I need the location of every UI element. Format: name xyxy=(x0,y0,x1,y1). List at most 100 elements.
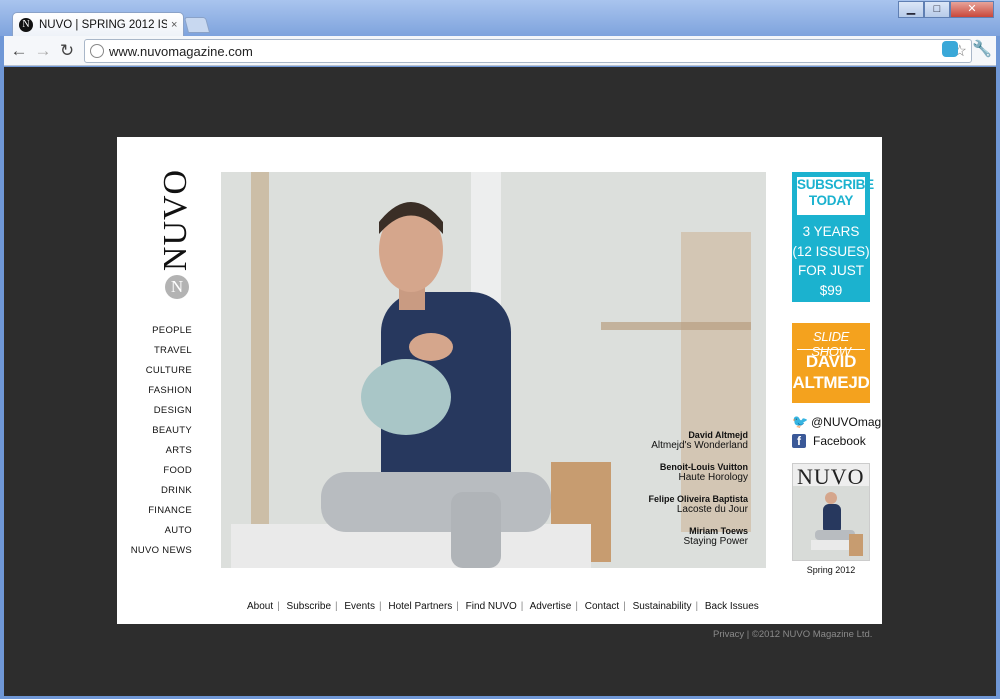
nav-item-nuvo-news[interactable]: NUVO NEWS xyxy=(117,545,192,565)
url-text[interactable]: www.nuvomagazine.com xyxy=(109,44,253,59)
caption-name: David Altmejd xyxy=(688,430,748,440)
reload-button[interactable]: ↻ xyxy=(56,40,78,62)
footer-link-events[interactable]: Events xyxy=(344,601,375,612)
footer-separator: | xyxy=(623,601,626,612)
caption-title: Altmejd's Wonderland xyxy=(651,440,748,451)
offer-price: $99 xyxy=(819,282,843,298)
window-controls: ▁ □ ✕ xyxy=(898,1,994,18)
subscribe-heading-box: SUBSCRIBE TODAY xyxy=(797,177,874,215)
footer-link-hotel-partners[interactable]: Hotel Partners xyxy=(388,601,452,612)
feature-captions: David Altmejd Altmejd's Wonderland Benoi… xyxy=(548,430,748,558)
page-content: NUVO N PEOPLE TRAVEL CULTURE FASHION DES… xyxy=(117,137,882,624)
footer-separator: | xyxy=(456,601,459,612)
offer-line: FOR JUST xyxy=(798,263,864,278)
nav-item-arts[interactable]: ARTS xyxy=(117,445,192,465)
caption-baptista[interactable]: Felipe Oliveira Baptista Lacoste du Jour xyxy=(548,494,748,515)
caption-name: Felipe Oliveira Baptista xyxy=(648,494,748,504)
caption-altmejd[interactable]: David Altmejd Altmejd's Wonderland xyxy=(548,430,748,451)
footer-link-contact[interactable]: Contact xyxy=(585,601,619,612)
hero-photo[interactable]: David Altmejd Altmejd's Wonderland Benoi… xyxy=(221,172,766,568)
nav-item-design[interactable]: DESIGN xyxy=(117,405,192,425)
nuvo-favicon-icon: N xyxy=(19,17,33,32)
copyright-text: Privacy | ©2012 NUVO Magazine Ltd. xyxy=(713,629,873,640)
twitter-handle: @NUVOmag xyxy=(811,415,882,429)
browser-toolbar: ← → ↻ www.nuvomagazine.com ☆ xyxy=(4,36,996,66)
subscribe-heading: SUBSCRIBE xyxy=(797,177,874,192)
slideshow-first-name: DAVID xyxy=(805,352,857,371)
caption-name: Miriam Toews xyxy=(689,526,748,536)
tab-close-icon[interactable]: × xyxy=(171,19,177,31)
nav-item-drink[interactable]: DRINK xyxy=(117,485,192,505)
caption-toews[interactable]: Miriam Toews Staying Power xyxy=(548,526,748,547)
minimize-button[interactable]: ▁ xyxy=(898,1,924,18)
nav-item-people[interactable]: PEOPLE xyxy=(117,325,192,345)
caption-name: Benoit-Louis Vuitton xyxy=(659,462,748,472)
footer-separator: | xyxy=(695,601,699,612)
nav-item-travel[interactable]: TRAVEL xyxy=(117,345,192,365)
wood-column xyxy=(251,172,269,568)
facebook-f-icon: f xyxy=(792,434,806,448)
jeans xyxy=(321,472,551,532)
browser-tab[interactable]: N NUVO | SPRING 2012 ISSUE × xyxy=(12,12,184,36)
shelf-plank xyxy=(601,322,751,330)
close-window-button[interactable]: ✕ xyxy=(950,1,994,18)
footer-separator: | xyxy=(378,601,382,612)
globe-icon xyxy=(90,44,104,58)
subscribe-offer: 3 YEARS (12 ISSUES) FOR JUST $99 xyxy=(792,222,870,300)
footer-separator: | xyxy=(575,601,578,612)
back-button[interactable]: ← xyxy=(8,40,30,62)
nav-item-beauty[interactable]: BEAUTY xyxy=(117,425,192,445)
nuvo-logo[interactable]: NUVO xyxy=(157,169,194,271)
slideshow-last-name: ALTMEJD xyxy=(792,373,870,392)
sculpture-head xyxy=(361,359,451,435)
footer-separator: | xyxy=(277,601,280,612)
cover-caption: Spring 2012 xyxy=(806,565,856,575)
cover-image xyxy=(793,486,869,560)
subscribe-promo[interactable]: SUBSCRIBE TODAY 3 YEARS (12 ISSUES) FOR … xyxy=(792,172,874,302)
cover-crate xyxy=(849,534,863,556)
footer-link-find-nuvo[interactable]: Find NUVO xyxy=(466,601,517,612)
hand xyxy=(409,333,453,361)
cover-figure-face xyxy=(825,492,837,504)
offer-line: 3 YEARS xyxy=(802,224,860,239)
new-tab-button[interactable] xyxy=(183,17,211,33)
wrench-menu-icon[interactable]: 🔧 xyxy=(972,39,992,59)
slideshow-divider xyxy=(797,349,865,350)
caption-title: Haute Horology xyxy=(678,472,748,483)
footer-separator: | xyxy=(520,601,524,612)
slideshow-promo[interactable]: SLIDE SHOW DAVID ALTMEJD xyxy=(792,323,870,403)
footer-nav: About | Subscribe | Events | Hotel Partners… xyxy=(247,601,759,612)
footer-link-about[interactable]: About xyxy=(247,601,273,612)
footer-separator: | xyxy=(335,601,338,612)
maximize-button[interactable]: □ xyxy=(924,1,950,18)
title-bar: N NUVO | SPRING 2012 ISSUE × ▁ □ ✕ xyxy=(0,0,1000,36)
twitter-bird-icon: 🐦 xyxy=(792,414,809,429)
footer-link-advertise[interactable]: Advertise xyxy=(530,601,572,612)
caption-title: Staying Power xyxy=(683,536,748,547)
caption-vuitton[interactable]: Benoit-Louis Vuitton Haute Horology xyxy=(548,462,748,483)
nav-item-auto[interactable]: AUTO xyxy=(117,525,192,545)
nav-item-food[interactable]: FOOD xyxy=(117,465,192,485)
slideshow-name: DAVID ALTMEJD xyxy=(792,351,870,393)
offer-line: (12 ISSUES) xyxy=(792,243,870,259)
section-nav: PEOPLE TRAVEL CULTURE FASHION DESIGN BEA… xyxy=(117,325,192,565)
footer-link-subscribe[interactable]: Subscribe xyxy=(287,601,331,612)
nuvo-logo-mark: N xyxy=(165,275,189,299)
nav-item-finance[interactable]: FINANCE xyxy=(117,505,192,525)
issue-cover[interactable]: NUVO xyxy=(792,463,870,561)
subscribe-heading-today: TODAY xyxy=(808,193,854,208)
caption-title: Lacoste du Jour xyxy=(676,504,748,515)
tab-title: NUVO | SPRING 2012 ISSUE xyxy=(39,18,167,31)
forward-button[interactable]: → xyxy=(32,40,54,62)
nav-item-culture[interactable]: CULTURE xyxy=(117,365,192,385)
address-bar[interactable]: www.nuvomagazine.com ☆ xyxy=(84,39,972,63)
twitter-link[interactable]: 🐦 @NUVOmag xyxy=(792,415,881,429)
facebook-link[interactable]: f Facebook xyxy=(792,434,866,448)
jeans-leg xyxy=(451,492,501,568)
cover-figure-sweater xyxy=(823,504,841,534)
footer-link-sustainability[interactable]: Sustainability xyxy=(633,601,692,612)
nuvo-logo-text: NUVO xyxy=(157,168,194,272)
nav-item-fashion[interactable]: FASHION xyxy=(117,385,192,405)
footer-link-back-issues[interactable]: Back Issues xyxy=(705,601,759,612)
extension-icon[interactable] xyxy=(942,41,958,57)
